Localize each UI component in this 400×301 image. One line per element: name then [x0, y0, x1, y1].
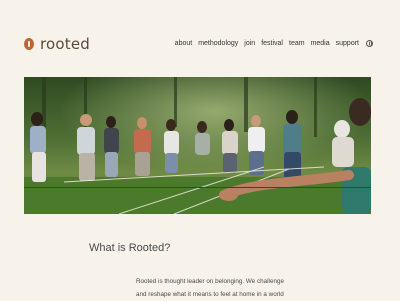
brand-logo[interactable]: rooted [24, 35, 90, 53]
brand-name: rooted [40, 35, 91, 53]
about-text: Rooted is thought leader on belonging. W… [136, 275, 306, 301]
globe-icon[interactable] [366, 40, 373, 47]
nav-item-festival[interactable]: festival [261, 40, 283, 47]
section-heading: What is Rooted? [89, 242, 171, 254]
nav-item-join[interactable]: join [244, 40, 255, 47]
about-line-1: Rooted is thought leader on belonging. W… [136, 278, 284, 285]
nav-item-about[interactable]: about [175, 40, 193, 47]
seed-logo-icon [24, 38, 34, 50]
main-nav: about methodology join festival team med… [175, 40, 373, 47]
nav-item-team[interactable]: team [289, 40, 305, 47]
hero-photo [24, 77, 371, 214]
about-line-2: and reshape what it means to feel at hom… [136, 291, 284, 298]
site-header: rooted about methodology join festival t… [0, 0, 400, 80]
nav-item-support[interactable]: support [336, 40, 359, 47]
nav-item-methodology[interactable]: methodology [198, 40, 238, 47]
nav-item-media[interactable]: media [311, 40, 330, 47]
hero-photo-illustration [24, 77, 371, 214]
